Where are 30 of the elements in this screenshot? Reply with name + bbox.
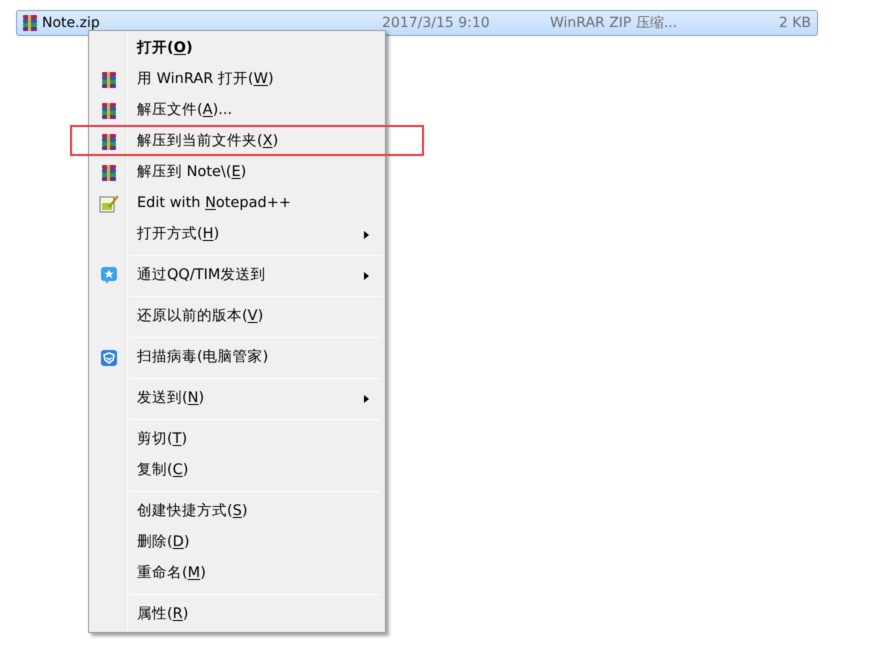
winrar-books-icon <box>100 164 118 182</box>
menu-item[interactable]: 解压到当前文件夹(X) <box>91 126 383 157</box>
file-type: WinRAR ZIP 压缩... <box>550 14 678 32</box>
file-size: 2 KB <box>778 14 812 32</box>
file-row[interactable]: Note.zip 2017/3/15 9:10 WinRAR ZIP 压缩... 2 KB <box>16 10 818 36</box>
star-chat-icon <box>100 266 118 285</box>
menu-item[interactable]: 还原以前的版本(V) <box>91 301 383 332</box>
menu-item[interactable]: 通过QQ/TIM发送到 <box>91 260 383 291</box>
winrar-books-icon <box>21 14 39 32</box>
winrar-books-icon <box>100 102 118 120</box>
menu-item[interactable]: 删除(D) <box>91 527 383 558</box>
menu-item[interactable]: 发送到(N) <box>91 383 383 414</box>
menu-item[interactable]: 打开方式(H) <box>91 219 383 250</box>
menu-item[interactable]: 用 WinRAR 打开(W) <box>91 64 383 95</box>
menu-item[interactable]: 创建快捷方式(S) <box>91 496 383 527</box>
menu-item[interactable]: Edit with Notepad++ <box>91 188 383 219</box>
menu-item[interactable]: 打开(O) <box>91 33 383 64</box>
menu-item[interactable]: 扫描病毒(电脑管家) <box>91 342 383 373</box>
winrar-books-icon <box>100 132 118 150</box>
menu-item[interactable]: 解压到 Note\(E) <box>91 157 383 188</box>
notepad-pencil-icon <box>99 194 119 214</box>
file-name: Note.zip <box>42 14 100 32</box>
menu-item[interactable]: 复制(C) <box>91 455 383 486</box>
menu-item[interactable]: 解压文件(A)... <box>91 95 383 126</box>
file-date: 2017/3/15 9:10 <box>382 14 491 32</box>
menu-item[interactable]: 剪切(T) <box>91 424 383 455</box>
menu-item[interactable]: 属性(R) <box>91 599 383 630</box>
menu-item[interactable]: 重命名(M) <box>91 558 383 589</box>
winrar-books-icon <box>100 70 118 88</box>
shield-icon <box>100 348 118 366</box>
